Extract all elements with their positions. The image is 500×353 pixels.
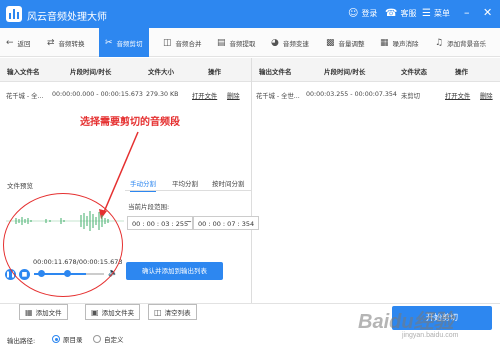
radio-unchecked-icon (93, 335, 101, 343)
clear-list-label: 清空列表 (164, 309, 191, 317)
confirm-add-button[interactable]: 确认并添加到输出列表 (126, 262, 223, 280)
add-file-label: 添加文件 (35, 309, 62, 317)
split-tabs: 手动分割 平均分割 按时间分割 (125, 175, 251, 192)
tab-average-split[interactable]: 平均分割 (172, 178, 198, 188)
radio-label: 原目录 (63, 336, 83, 344)
end-time-field[interactable]: 00 : 00 : 07 : 354 (193, 216, 260, 230)
start-time-field[interactable]: 00 : 00 : 03 : 255 (127, 216, 194, 230)
radio-checked-icon (52, 335, 60, 343)
tab-time-split[interactable]: 按时间分割 (212, 178, 245, 188)
clear-list-button[interactable]: ◫ 清空列表 (148, 304, 197, 320)
radio-custom-dir[interactable]: 自定义 (93, 334, 124, 344)
add-file-button[interactable]: ▦ 添加文件 (19, 304, 68, 320)
output-path-label: 输出路径: (7, 337, 36, 345)
range-separator: ~ (186, 218, 192, 226)
radio-original-dir[interactable]: 原目录 (52, 334, 83, 344)
annotation-circle (3, 193, 123, 297)
folder-icon: ▣ (91, 307, 99, 317)
segment-range-label: 当前片段范围: (128, 203, 170, 211)
file-preview-label: 文件预览 (7, 182, 33, 190)
baidu-watermark-url: jingyan.baidu.com (402, 332, 459, 339)
trash-icon: ◫ (154, 307, 162, 317)
add-folder-button[interactable]: ▣ 添加文件夹 (85, 304, 141, 320)
radio-label: 自定义 (104, 336, 124, 344)
file-add-icon: ▦ (25, 307, 33, 317)
add-folder-label: 添加文件夹 (101, 309, 135, 317)
baidu-watermark: Baidu经验 (358, 311, 454, 333)
tab-manual-split[interactable]: 手动分割 (130, 178, 156, 192)
